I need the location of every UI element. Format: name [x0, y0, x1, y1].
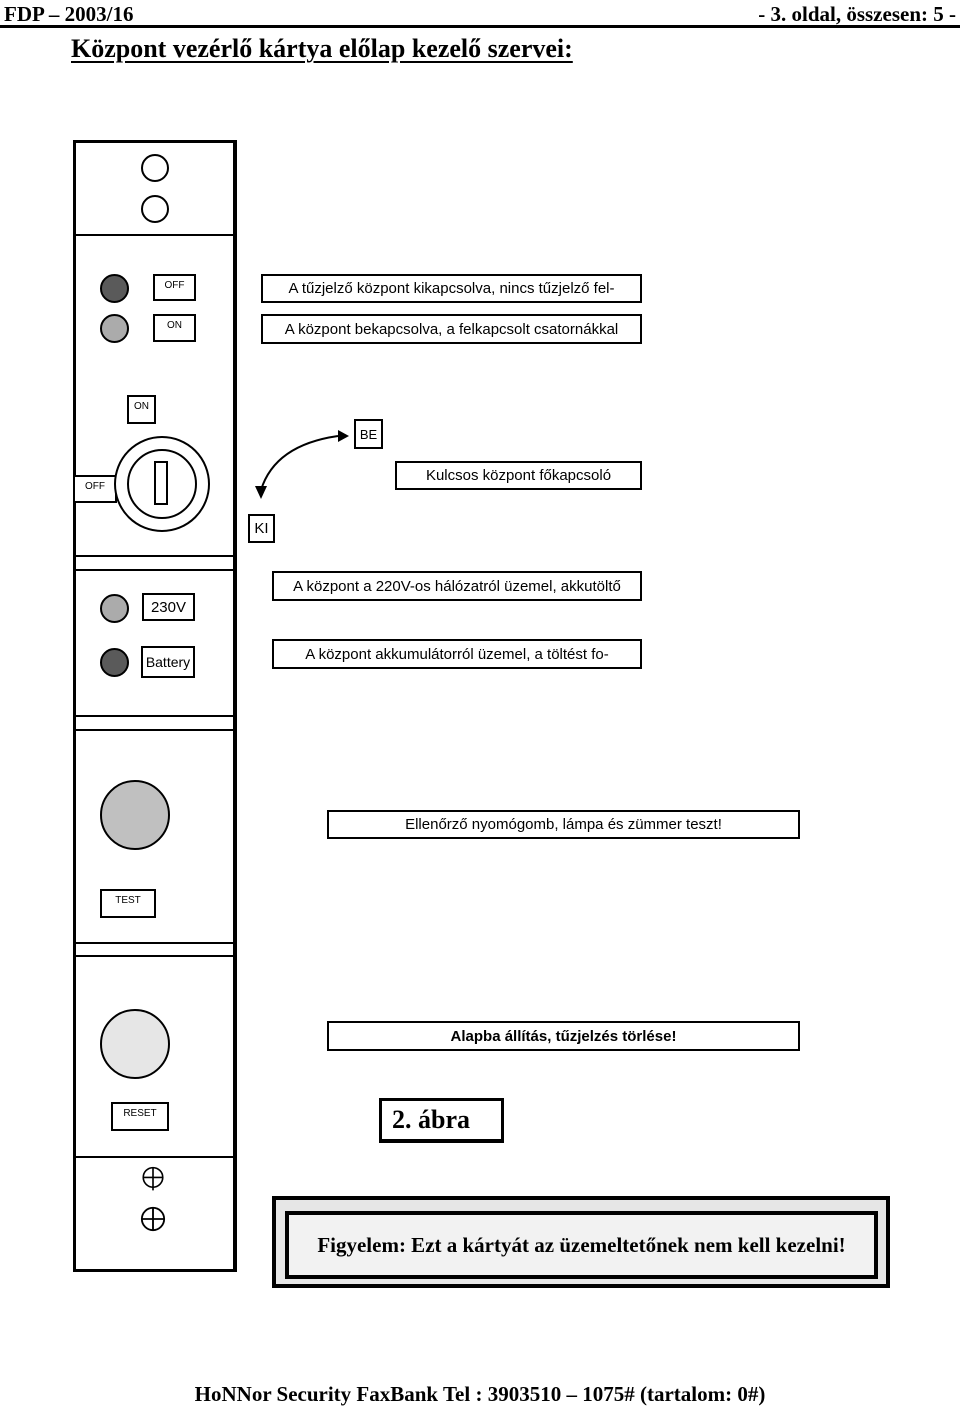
panel-divider	[75, 569, 235, 571]
on-led-icon	[100, 314, 129, 343]
reset-label: RESET	[111, 1102, 169, 1131]
footer-contact: HoNNor Security FaxBank Tel : 3903510 – …	[194, 1382, 766, 1406]
mains-description: A központ a 220V-os hálózatról üzemel, a…	[272, 571, 642, 601]
page-info: - 3. oldal, összesen: 5 -	[758, 2, 956, 26]
mains-label: 230V	[142, 593, 195, 621]
on-label: ON	[153, 314, 196, 342]
panel-divider	[75, 234, 235, 236]
document-id: FDP – 2003/16	[4, 2, 134, 26]
test-description: Ellenőrző nyomógomb, lámpa és zümmer tes…	[327, 810, 800, 839]
mains-led-icon	[100, 594, 129, 623]
panel-divider	[75, 1156, 235, 1158]
indicator-hole-1	[141, 154, 169, 182]
panel-divider	[75, 729, 235, 731]
panel-divider	[75, 715, 235, 717]
indicator-hole-2	[141, 195, 169, 223]
off-led-icon	[100, 274, 129, 303]
panel-divider	[75, 942, 235, 944]
off-label: OFF	[153, 274, 196, 301]
screw-icon	[140, 1206, 166, 1232]
test-label: TEST	[100, 889, 156, 918]
panel-divider	[75, 955, 235, 957]
figure-label: 2. ábra	[379, 1098, 504, 1143]
key-off-label: OFF	[75, 475, 117, 503]
key-on-label: ON	[127, 395, 156, 424]
panel-divider	[75, 555, 235, 557]
ki-label: KI	[248, 514, 275, 543]
battery-label: Battery	[141, 646, 195, 678]
screw-icon	[142, 1166, 164, 1191]
off-state-description: A tűzjelző központ kikapcsolva, nincs tű…	[261, 274, 642, 303]
battery-description: A központ akkumulátorról üzemel, a tölté…	[272, 639, 642, 669]
warning-text: Figyelem: Ezt a kártyát az üzemeltetőnek…	[285, 1211, 878, 1279]
page-title: Központ vezérlő kártya előlap kezelő sze…	[71, 34, 573, 63]
test-button[interactable]	[100, 780, 170, 850]
key-slot-icon	[154, 461, 168, 505]
key-switch-description: Kulcsos központ főkapcsoló	[395, 461, 642, 490]
reset-button[interactable]	[100, 1009, 170, 1079]
header-divider	[0, 25, 960, 28]
reset-description: Alapba állítás, tűzjelzés törlése!	[327, 1021, 800, 1051]
on-state-description: A központ bekapcsolva, a felkapcsolt csa…	[261, 314, 642, 344]
battery-led-icon	[100, 648, 129, 677]
be-label: BE	[354, 419, 383, 449]
rotation-arrow-icon	[255, 430, 349, 499]
